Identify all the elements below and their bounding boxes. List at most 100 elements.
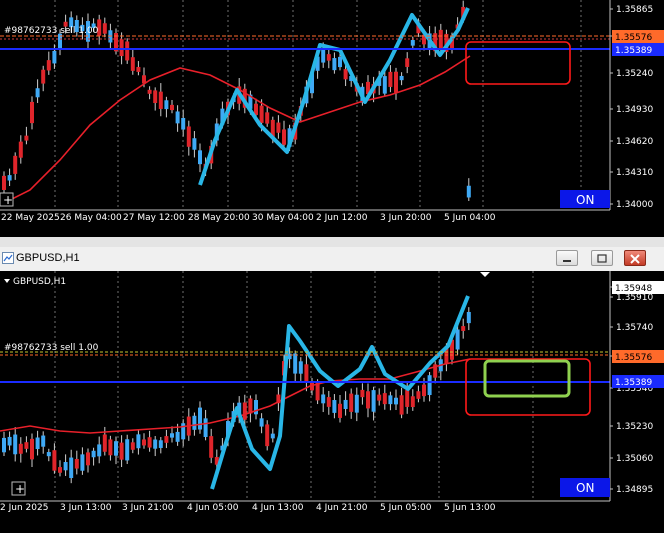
candle-body bbox=[175, 431, 180, 442]
candle-body bbox=[142, 439, 146, 446]
close-button[interactable] bbox=[624, 250, 646, 266]
candle-body bbox=[153, 90, 158, 104]
gbpusd-chart-window[interactable]: GBPUSD,H1 #98762733 sell 1.00 GBPUSD,H1 bbox=[0, 247, 664, 529]
candle-body bbox=[366, 391, 370, 409]
candle-body bbox=[46, 60, 51, 71]
candle-body bbox=[153, 439, 158, 449]
bottom-chart-area[interactable]: #98762733 sell 1.00 GBPUSD,H1 1.359481.3… bbox=[0, 271, 664, 529]
time-label: 4 Jun 21:00 bbox=[316, 503, 368, 513]
bottom-current-price-text: 1.35948 bbox=[615, 284, 652, 294]
candle-body bbox=[35, 437, 40, 450]
candle-body bbox=[164, 100, 169, 110]
time-label: 27 May 12:00 bbox=[123, 213, 185, 223]
candle-body bbox=[209, 436, 214, 458]
time-label: 22 May 2025 bbox=[1, 213, 60, 223]
candle-body bbox=[192, 138, 197, 150]
candle-body bbox=[147, 437, 152, 448]
bottom-price-chart[interactable]: #98762733 sell 1.00 GBPUSD,H1 1.359481.3… bbox=[0, 271, 664, 529]
price-label: 1.35060 bbox=[616, 454, 653, 464]
candle-body bbox=[52, 50, 57, 64]
bottom-blue-price-text: 1.35389 bbox=[615, 378, 652, 388]
candle-body bbox=[18, 141, 23, 158]
price-label: 1.35910 bbox=[616, 293, 653, 303]
candle-body bbox=[108, 439, 113, 456]
candle-body bbox=[97, 444, 102, 457]
candle-body bbox=[192, 415, 197, 430]
candle-body bbox=[198, 150, 202, 165]
candle-body bbox=[13, 434, 18, 455]
candle-body bbox=[58, 467, 62, 473]
time-label: 26 May 04:00 bbox=[60, 213, 122, 223]
candle-body bbox=[125, 439, 130, 461]
candle-body bbox=[69, 457, 74, 479]
candle-body bbox=[130, 442, 135, 450]
candle-body bbox=[158, 91, 163, 109]
candle-body bbox=[46, 452, 51, 457]
candle-body bbox=[41, 435, 46, 447]
candle-body bbox=[265, 424, 270, 447]
candle-body bbox=[186, 126, 191, 147]
candle-body bbox=[399, 395, 404, 415]
candle-body bbox=[86, 452, 90, 466]
top-on-label: ON bbox=[576, 193, 594, 207]
candle-body bbox=[405, 58, 410, 67]
candle-body bbox=[136, 434, 141, 449]
candle-body bbox=[7, 436, 12, 446]
candle-body bbox=[371, 390, 376, 412]
time-label: 4 Jun 05:00 bbox=[187, 503, 239, 513]
price-label: 1.34310 bbox=[616, 168, 653, 178]
bottom-plus-glyph: + bbox=[15, 482, 25, 496]
minimize-button[interactable] bbox=[556, 250, 578, 266]
window-titlebar[interactable]: GBPUSD,H1 bbox=[0, 247, 664, 272]
candle-body bbox=[147, 89, 152, 94]
candle-body bbox=[410, 40, 415, 46]
restore-button[interactable] bbox=[591, 250, 613, 266]
candle-body bbox=[164, 436, 169, 443]
candle-body bbox=[30, 438, 34, 460]
candle-body bbox=[13, 155, 18, 174]
candle-body bbox=[394, 397, 398, 405]
candle-body bbox=[438, 29, 443, 50]
candle-body bbox=[30, 101, 34, 124]
candle-body bbox=[394, 71, 398, 93]
price-label: 1.35230 bbox=[616, 422, 653, 432]
time-label: 30 May 04:00 bbox=[252, 213, 314, 223]
candle-body bbox=[254, 400, 258, 415]
time-label: 5 Jun 04:00 bbox=[444, 213, 496, 223]
candle-body bbox=[170, 433, 174, 438]
candle-body bbox=[298, 361, 303, 374]
top-order-label: #98762733 sell 1.00 bbox=[4, 26, 99, 36]
candle-body bbox=[338, 56, 342, 68]
candle-body bbox=[35, 88, 40, 98]
candle-body bbox=[405, 390, 410, 407]
bottom-plot-area bbox=[0, 271, 610, 501]
candle-body bbox=[349, 393, 354, 412]
candle-body bbox=[388, 71, 393, 87]
candle-body bbox=[321, 49, 326, 63]
candle-body bbox=[114, 441, 118, 456]
time-label: 3 Jun 20:00 bbox=[380, 213, 432, 223]
candle-body bbox=[282, 129, 286, 145]
candle-body bbox=[80, 454, 85, 471]
candle-body bbox=[18, 443, 23, 454]
candle-body bbox=[74, 458, 79, 469]
candle-body bbox=[265, 112, 270, 124]
candle-body bbox=[332, 58, 337, 71]
candle-body bbox=[102, 434, 107, 452]
time-label: 2 Jun 12:00 bbox=[316, 213, 368, 223]
candle-body bbox=[399, 75, 404, 81]
top-price-chart[interactable]: #98762733 sell 1.00 1.35865 1.35576 1.3524… bbox=[0, 0, 664, 237]
candle-body bbox=[170, 104, 174, 111]
candle-body bbox=[102, 23, 107, 34]
candle-body bbox=[354, 394, 359, 413]
candle-body bbox=[41, 69, 46, 84]
price-label: 1.34000 bbox=[616, 200, 653, 210]
candle-body bbox=[52, 450, 57, 471]
candle-body bbox=[181, 117, 186, 130]
top-current-price-text: 1.35576 bbox=[615, 33, 652, 43]
price-label: 1.34620 bbox=[616, 137, 653, 147]
candle-body bbox=[410, 396, 415, 408]
candle-body bbox=[388, 395, 393, 405]
price-label: 1.34895 bbox=[616, 485, 653, 495]
top-chart-pane[interactable]: #98762733 sell 1.00 1.35865 1.35576 1.3524… bbox=[0, 0, 664, 237]
